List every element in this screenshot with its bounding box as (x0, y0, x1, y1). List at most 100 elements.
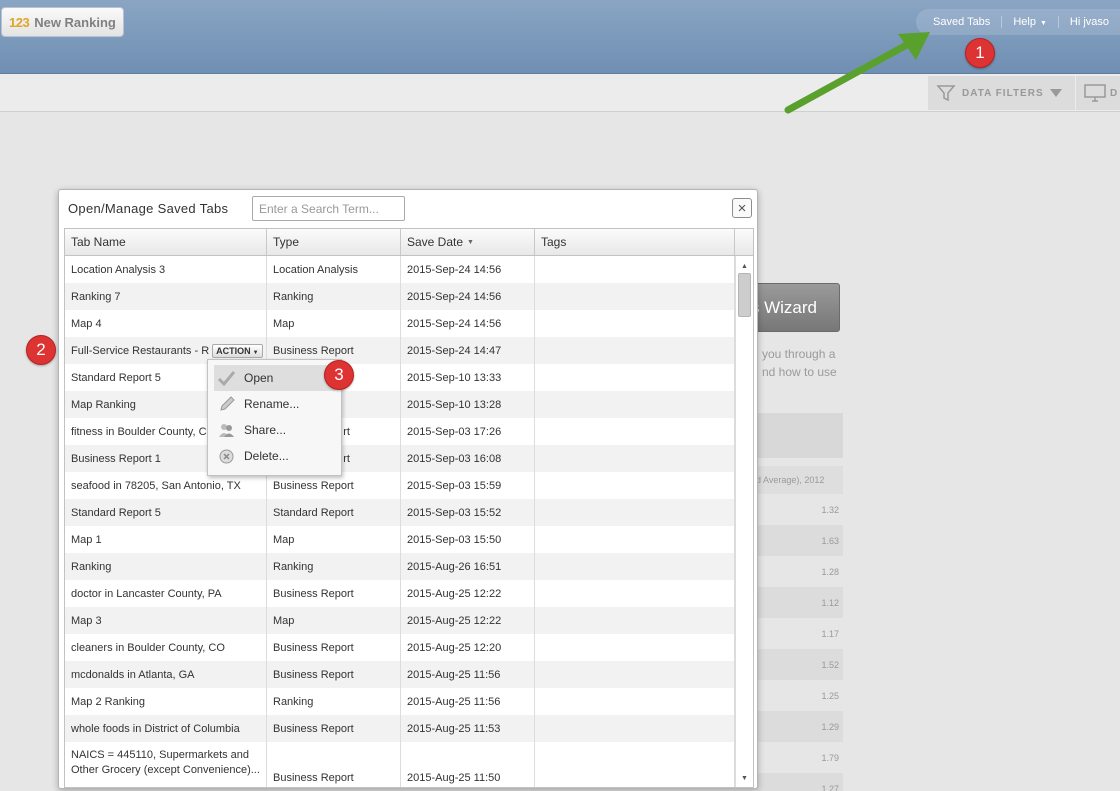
cell-tab-name: Map 3 (65, 607, 267, 634)
cell-tags (535, 607, 735, 634)
pencil-icon (218, 396, 235, 413)
menu-item-share[interactable]: Share... (214, 417, 335, 443)
close-icon[interactable]: × (732, 198, 752, 218)
table-row[interactable]: Ranking 7 Ranking 2015-Sep-24 14:56 (65, 283, 735, 310)
help-label: Help (1013, 16, 1036, 28)
cell-save-date: 2015-Sep-10 13:28 (401, 391, 535, 418)
menu-item-rename[interactable]: Rename... (214, 391, 335, 417)
table-row[interactable]: cleaners in Boulder County, CO Business … (65, 634, 735, 661)
table-row[interactable]: Ranking Ranking 2015-Aug-26 16:51 (65, 553, 735, 580)
cell-save-date: 2015-Sep-24 14:56 (401, 256, 535, 283)
cell-tags (535, 661, 735, 688)
background-value: 1.12 (756, 587, 843, 618)
column-header-tags[interactable]: Tags (535, 229, 735, 255)
table-scrollbar[interactable]: ▲ ▼ (735, 256, 753, 787)
cell-tags (535, 499, 735, 526)
cell-save-date: 2015-Aug-25 12:22 (401, 580, 535, 607)
table-row[interactable]: Full-Service Restaurants - R ACTION ▼ Bus… (65, 337, 735, 364)
user-greeting[interactable]: Hi jvaso (1059, 16, 1120, 28)
table-row[interactable]: Business Report 1 rt 2015-Sep-03 16:08 (65, 445, 735, 472)
cell-tab-name: NAICS = 445110, Supermarkets and Other G… (65, 742, 267, 787)
cell-save-date: 2015-Sep-03 15:59 (401, 472, 535, 499)
background-value: 1.52 (756, 649, 843, 680)
table-row[interactable]: NAICS = 445110, Supermarkets and Other G… (65, 742, 735, 787)
cell-tab-name: Location Analysis 3 (65, 256, 267, 283)
table-row[interactable]: Standard Report 5 2015-Sep-10 13:33 (65, 364, 735, 391)
saved-tabs-link[interactable]: Saved Tabs (922, 16, 1003, 28)
toolbar: DATA FILTERS D (0, 74, 1120, 112)
scrollbar-thumb[interactable] (738, 273, 751, 317)
background-value: 1.25 (821, 690, 839, 701)
annotation-badge-1: 1 (965, 38, 995, 68)
tab-name-text: Full-Service Restaurants - R (71, 344, 210, 357)
table-body: Location Analysis 3 Location Analysis 20… (65, 256, 735, 787)
scroll-up-icon[interactable]: ▲ (736, 259, 753, 273)
menu-item-open[interactable]: Open (214, 365, 335, 391)
cell-save-date: 2015-Sep-03 15:50 (401, 526, 535, 553)
column-header-save-date[interactable]: Save Date ▼ (401, 229, 535, 255)
cell-type: Map (267, 310, 401, 337)
background-value: 1.79 (821, 752, 839, 763)
chevron-down-icon: ▼ (1039, 20, 1047, 27)
table-row[interactable]: fitness in Boulder County, CO rt 2015-Se… (65, 418, 735, 445)
wizard-text-line1: you through a (762, 347, 836, 361)
sort-desc-icon: ▼ (467, 238, 474, 246)
cell-tags (535, 391, 735, 418)
table-row[interactable]: Map 4 Map 2015-Sep-24 14:56 (65, 310, 735, 337)
help-menu[interactable]: Help ▼ (1002, 16, 1059, 28)
column-header-tab-name[interactable]: Tab Name (65, 229, 267, 255)
cell-tab-name: Ranking 7 (65, 283, 267, 310)
table-row[interactable]: Map 2 Ranking Ranking 2015-Aug-25 11:56 (65, 688, 735, 715)
new-ranking-tab[interactable]: 123 New Ranking (1, 7, 124, 37)
cell-save-date: 2015-Sep-03 16:08 (401, 445, 535, 472)
table-row[interactable]: Map 1 Map 2015-Sep-03 15:50 (65, 526, 735, 553)
table-row[interactable]: Standard Report 5 Standard Report 2015-S… (65, 499, 735, 526)
cell-type: Location Analysis (267, 256, 401, 283)
table-row[interactable]: Map 3 Map 2015-Aug-25 12:22 (65, 607, 735, 634)
data-filters-button[interactable]: DATA FILTERS (928, 76, 1075, 110)
cell-type: Ranking (267, 283, 401, 310)
people-icon (218, 422, 235, 439)
monitor-icon (1084, 84, 1106, 102)
scroll-down-icon[interactable]: ▼ (736, 771, 753, 785)
action-label: ACTION (216, 345, 251, 356)
cell-tags (535, 418, 735, 445)
chevron-down-icon: ▼ (252, 349, 259, 356)
cell-save-date: 2015-Aug-25 11:53 (401, 715, 535, 742)
column-header-type[interactable]: Type (267, 229, 401, 255)
menu-item-label: Open (244, 371, 274, 385)
cell-save-date: 2015-Aug-26 16:51 (401, 553, 535, 580)
table-row[interactable]: Location Analysis 3 Location Analysis 20… (65, 256, 735, 283)
cell-save-date: 2015-Sep-24 14:56 (401, 283, 535, 310)
background-value: 1.63 (756, 525, 843, 556)
delete-circle-icon (218, 448, 235, 465)
cell-tags (535, 715, 735, 742)
cell-type: Map (267, 526, 401, 553)
display-button[interactable]: D (1076, 76, 1120, 110)
check-icon (218, 370, 235, 387)
cell-tab-name: Map 1 (65, 526, 267, 553)
menu-item-delete[interactable]: Delete... (214, 443, 335, 469)
action-context-menu: Open Rename... Share... Delete... (207, 359, 342, 476)
action-button[interactable]: ACTION ▼ (212, 343, 263, 358)
dialog-title: Open/Manage Saved Tabs (68, 201, 229, 216)
table-row[interactable]: whole foods in District of Columbia Busi… (65, 715, 735, 742)
header-spacer (735, 229, 753, 255)
menu-item-label: Delete... (244, 449, 289, 463)
cell-save-date: 2015-Sep-24 14:47 (401, 337, 535, 364)
table-row[interactable]: mcdonalds in Atlanta, GA Business Report… (65, 661, 735, 688)
table-row[interactable]: Map Ranking 2015-Sep-10 13:28 (65, 391, 735, 418)
background-value: 1.28 (821, 566, 839, 577)
search-input[interactable] (252, 196, 405, 221)
cell-type: Ranking (267, 688, 401, 715)
table-row[interactable]: seafood in 78205, San Antonio, TX Busine… (65, 472, 735, 499)
cell-tags (535, 688, 735, 715)
save-date-label: Save Date (407, 235, 464, 249)
cell-save-date: 2015-Aug-25 11:56 (401, 688, 535, 715)
cell-tags (535, 364, 735, 391)
table-row[interactable]: doctor in Lancaster County, PA Business … (65, 580, 735, 607)
data-filters-label: DATA FILTERS (962, 87, 1044, 99)
cell-tags (535, 580, 735, 607)
cell-type: Business Report (267, 580, 401, 607)
cell-tags (535, 445, 735, 472)
